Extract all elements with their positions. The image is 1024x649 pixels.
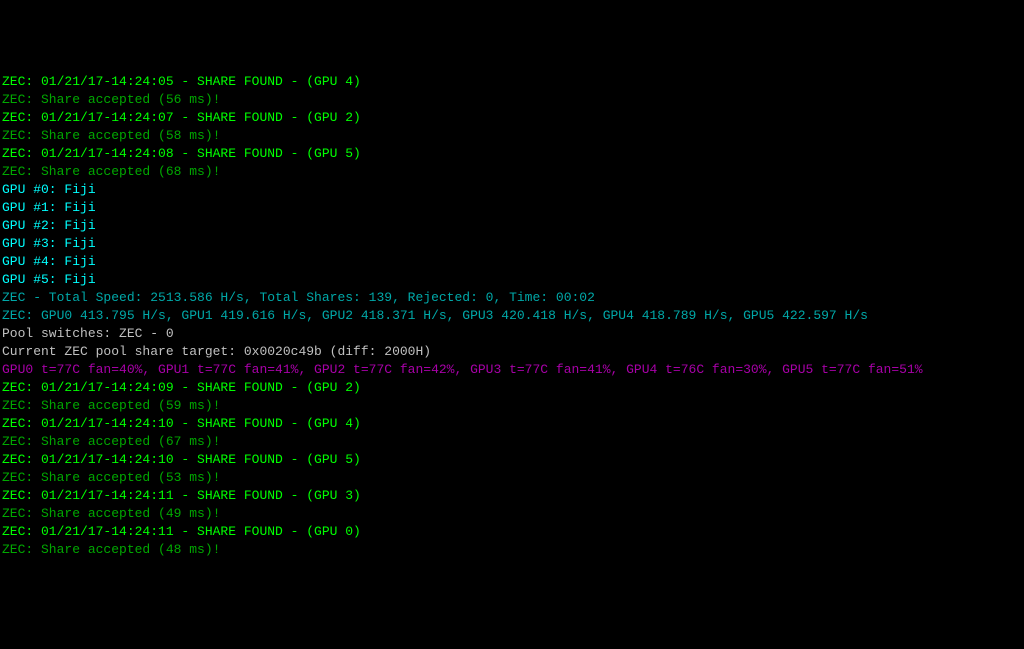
log-line: ZEC: Share accepted (59 ms)!: [2, 397, 1022, 415]
log-line: ZEC: 01/21/17-14:24:09 - SHARE FOUND - (…: [2, 379, 1022, 397]
log-line: GPU #1: Fiji: [2, 199, 1022, 217]
log-line: ZEC: Share accepted (56 ms)!: [2, 91, 1022, 109]
log-line: ZEC: 01/21/17-14:24:11 - SHARE FOUND - (…: [2, 523, 1022, 541]
log-line: ZEC: Share accepted (68 ms)!: [2, 163, 1022, 181]
log-line: GPU #4: Fiji: [2, 253, 1022, 271]
log-line: ZEC: 01/21/17-14:24:10 - SHARE FOUND - (…: [2, 415, 1022, 433]
log-line: ZEC: Share accepted (49 ms)!: [2, 505, 1022, 523]
terminal-output: ZEC: 01/21/17-14:24:05 - SHARE FOUND - (…: [2, 73, 1022, 559]
log-line: GPU #0: Fiji: [2, 181, 1022, 199]
log-line: ZEC: Share accepted (48 ms)!: [2, 541, 1022, 559]
log-line: GPU #5: Fiji: [2, 271, 1022, 289]
log-line: GPU #2: Fiji: [2, 217, 1022, 235]
log-line: Current ZEC pool share target: 0x0020c49…: [2, 343, 1022, 361]
log-line: Pool switches: ZEC - 0: [2, 325, 1022, 343]
log-line: GPU0 t=77C fan=40%, GPU1 t=77C fan=41%, …: [2, 361, 1022, 379]
log-line: ZEC: GPU0 413.795 H/s, GPU1 419.616 H/s,…: [2, 307, 1022, 325]
log-line: ZEC - Total Speed: 2513.586 H/s, Total S…: [2, 289, 1022, 307]
log-line: ZEC: 01/21/17-14:24:07 - SHARE FOUND - (…: [2, 109, 1022, 127]
log-line: ZEC: Share accepted (67 ms)!: [2, 433, 1022, 451]
log-line: ZEC: 01/21/17-14:24:10 - SHARE FOUND - (…: [2, 451, 1022, 469]
log-line: ZEC: Share accepted (58 ms)!: [2, 127, 1022, 145]
log-line: ZEC: 01/21/17-14:24:08 - SHARE FOUND - (…: [2, 145, 1022, 163]
log-line: ZEC: 01/21/17-14:24:05 - SHARE FOUND - (…: [2, 73, 1022, 91]
log-line: ZEC: 01/21/17-14:24:11 - SHARE FOUND - (…: [2, 487, 1022, 505]
log-line: GPU #3: Fiji: [2, 235, 1022, 253]
log-line: ZEC: Share accepted (53 ms)!: [2, 469, 1022, 487]
